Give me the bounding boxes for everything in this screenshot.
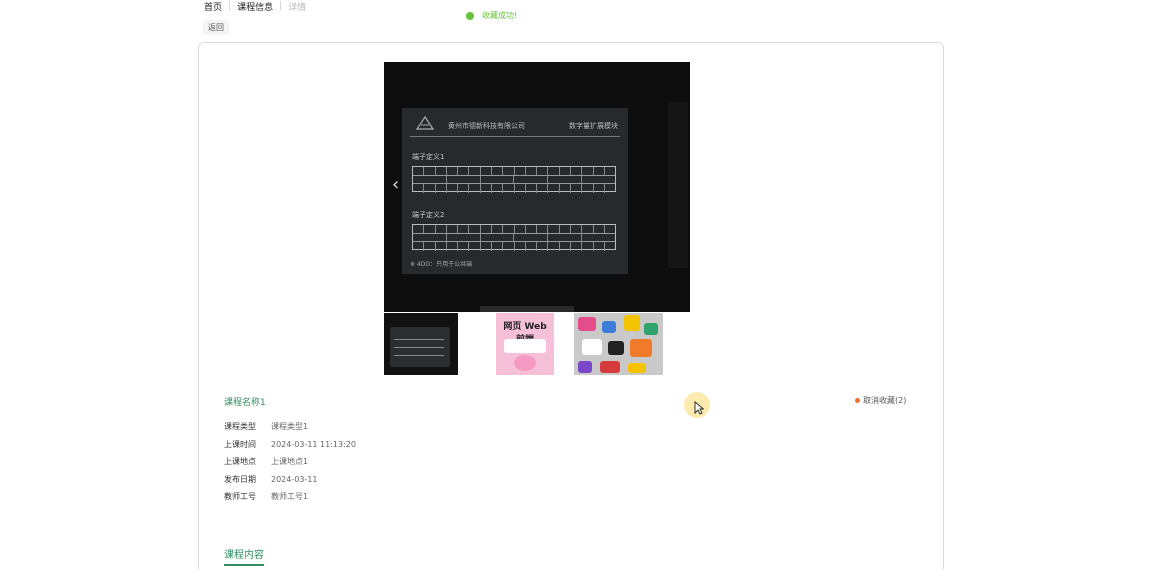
info-row: 教师工号 教师工号1 xyxy=(224,488,356,506)
device-bottom-tab xyxy=(480,306,574,312)
info-key: 教师工号 xyxy=(224,492,256,501)
gallery-main-image[interactable]: 黄州市德新科技有限公司 数字量扩展模块 端子定义1 端子定义2 ※ 4DO：只用… xyxy=(384,62,690,312)
device-screen: 黄州市德新科技有限公司 数字量扩展模块 端子定义1 端子定义2 ※ 4DO：只用… xyxy=(402,108,628,274)
info-row: 课程类型 课程类型1 xyxy=(224,418,356,436)
breadcrumb-separator: | xyxy=(228,1,232,11)
breadcrumb-separator: | xyxy=(279,1,283,11)
gallery-thumbnail-3[interactable] xyxy=(574,313,663,375)
toast-message: 收藏成功! xyxy=(482,11,518,20)
course-detail-page: 首页 | 课程信息 | 详情 收藏成功! 返回 黄州市德新科技有限公司 数字量扩… xyxy=(0,0,1170,569)
favorite-dot-icon xyxy=(855,398,860,403)
divider xyxy=(410,136,620,137)
terminal-section-1-label: 端子定义1 xyxy=(412,153,445,161)
info-value: 2024-03-11 xyxy=(271,474,318,484)
course-name: 课程名称1 xyxy=(224,398,266,408)
info-key: 课程类型 xyxy=(224,422,256,431)
device-company-name: 黄州市德新科技有限公司 xyxy=(448,122,525,130)
terminal-section-2-label: 端子定义2 xyxy=(412,211,445,219)
chevron-left-icon[interactable]: ‹ xyxy=(392,176,399,194)
device-module-name: 数字量扩展模块 xyxy=(569,122,618,130)
back-button[interactable]: 返回 xyxy=(203,20,229,35)
info-row: 上课地点 上课地点1 xyxy=(224,453,356,471)
terminal-grid-1 xyxy=(412,166,616,193)
info-value: 课程类型1 xyxy=(271,422,309,431)
success-toast: 收藏成功! xyxy=(466,10,517,21)
favorite-label: 取消收藏(2) xyxy=(863,396,907,405)
info-value: 教师工号1 xyxy=(271,492,309,501)
info-row: 上课时间 2024-03-11 11:13:20 xyxy=(224,436,356,454)
info-row: 发布日期 2024-03-11 xyxy=(224,471,356,489)
info-value: 2024-03-11 11:13:20 xyxy=(271,439,356,449)
company-logo-icon xyxy=(416,116,434,130)
breadcrumb: 首页 | 课程信息 | 详情 xyxy=(204,0,307,13)
info-key: 上课地点 xyxy=(224,457,256,466)
gallery-thumbnail-1[interactable] xyxy=(384,313,458,375)
thumbnail-book-figure xyxy=(514,355,536,371)
gallery-thumbnail-2[interactable]: 网页 Web前端 xyxy=(496,313,554,375)
success-icon xyxy=(466,11,474,20)
info-key: 发布日期 xyxy=(224,474,256,484)
mouse-pointer-icon xyxy=(694,401,704,415)
tab-course-content[interactable]: 课程内容 xyxy=(224,550,264,566)
info-key: 上课时间 xyxy=(224,439,256,449)
device-note: ※ 4DO：只用于公共端 xyxy=(410,261,473,268)
breadcrumb-current: 详情 xyxy=(288,2,307,13)
thumbnail-book-band xyxy=(504,339,546,353)
breadcrumb-course-info[interactable]: 课程信息 xyxy=(237,0,273,13)
device-side-panel xyxy=(668,102,688,268)
info-value: 上课地点1 xyxy=(271,457,309,466)
terminal-grid-2 xyxy=(412,224,616,251)
cancel-favorite-button[interactable]: 取消收藏(2) xyxy=(855,395,906,406)
content-tabs: 课程内容 xyxy=(224,543,264,566)
course-info-list: 课程类型 课程类型1 上课时间 2024-03-11 11:13:20 上课地点… xyxy=(224,418,356,506)
breadcrumb-home[interactable]: 首页 xyxy=(204,0,222,13)
